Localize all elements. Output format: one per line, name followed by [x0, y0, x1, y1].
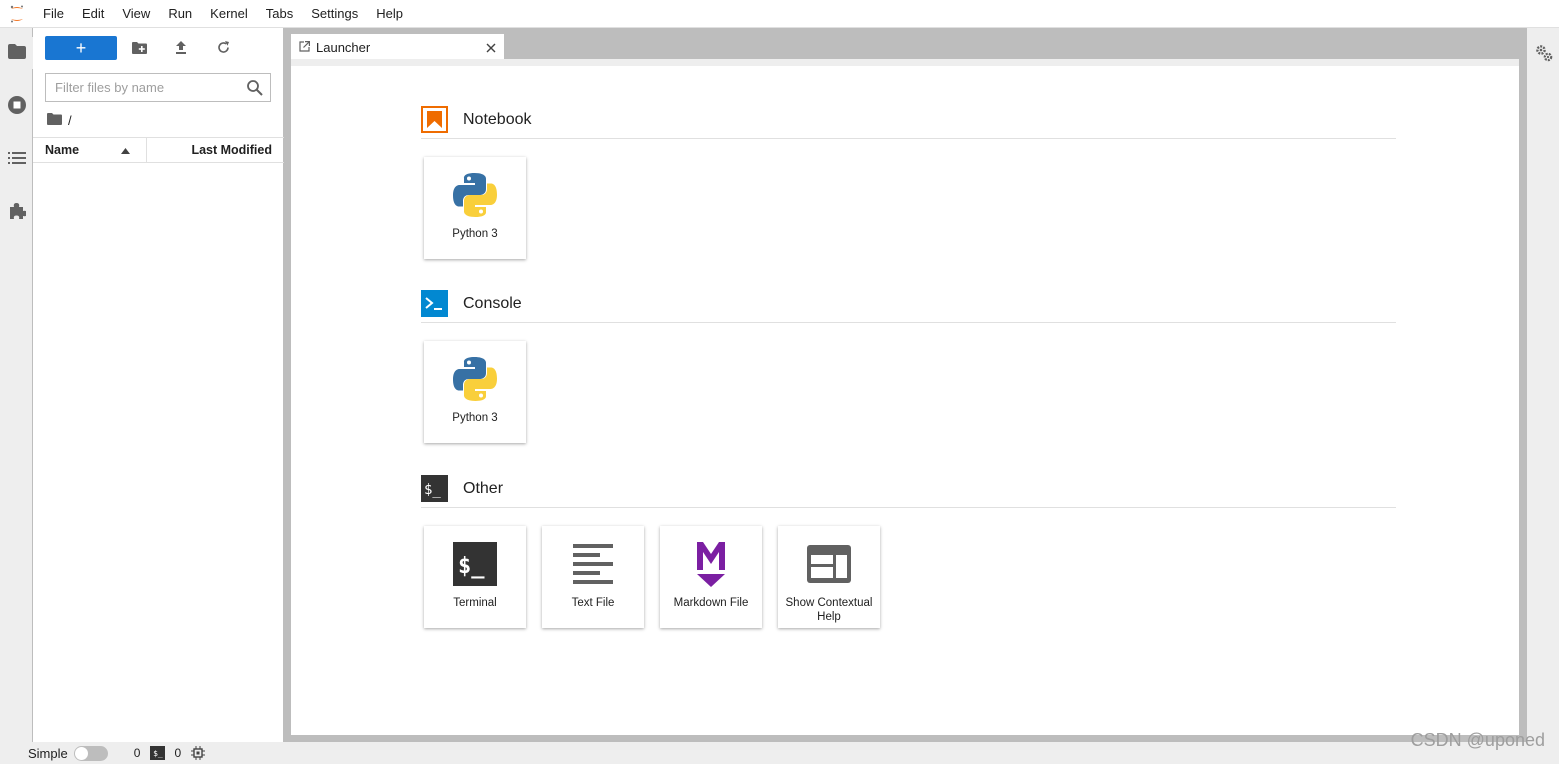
new-folder-button[interactable]: [125, 38, 153, 60]
svg-text:$_: $_: [424, 482, 441, 498]
card-label: Terminal: [453, 597, 497, 609]
sort-ascending-icon: [121, 143, 130, 157]
watermark: CSDN @uponed: [1410, 730, 1545, 750]
left-activity-bar: [0, 28, 33, 742]
last-modified-column-label: Last Modified: [191, 143, 272, 157]
extension-manager-tab[interactable]: [0, 196, 33, 228]
list-icon: [7, 151, 26, 168]
notebook-icon: [421, 106, 448, 133]
table-of-contents-tab[interactable]: [0, 143, 33, 175]
menu-file[interactable]: File: [34, 0, 73, 28]
menu-edit[interactable]: Edit: [73, 0, 113, 28]
file-browser-tab[interactable]: [0, 37, 33, 69]
menu-run[interactable]: Run: [159, 0, 201, 28]
svg-text:$_: $_: [458, 554, 485, 579]
terminal-status-icon: $_: [150, 746, 166, 760]
menubar: File Edit View Run Kernel Tabs Settings …: [0, 0, 1559, 28]
simple-mode-toggle[interactable]: [73, 745, 108, 761]
name-column-label: Name: [45, 143, 80, 157]
property-inspector-tab[interactable]: [1527, 38, 1559, 70]
menu-kernel[interactable]: Kernel: [201, 0, 257, 28]
terminal-icon: $_: [449, 538, 501, 590]
launcher-panel: Notebook Python 3 Console Python 3 $_ Ot…: [291, 59, 1519, 735]
puzzle-icon: [8, 202, 27, 223]
new-launcher-button[interactable]: +: [45, 36, 117, 60]
new-folder-icon: [131, 41, 147, 57]
file-filter: [45, 73, 271, 102]
contextual-help-icon: [803, 538, 855, 590]
console-section-title: Console: [463, 294, 522, 312]
launcher-card-terminal[interactable]: $_ Terminal: [424, 526, 526, 628]
last-modified-column-header[interactable]: Last Modified: [147, 138, 284, 162]
file-browser-panel: + / Name: [33, 28, 284, 742]
terminal-section-icon: $_: [421, 475, 448, 502]
right-sidebar: [1526, 28, 1559, 742]
console-section-header: Console: [421, 285, 1396, 323]
simple-mode-label: Simple: [28, 745, 68, 761]
card-label: Text File: [571, 597, 615, 609]
launcher-card-text-file[interactable]: Text File: [542, 526, 644, 628]
running-sessions-tab[interactable]: [0, 90, 33, 122]
card-label: Python 3: [452, 228, 498, 240]
tab-launcher-label: Launcher: [316, 40, 371, 55]
text-file-icon: [567, 538, 619, 590]
main-dock-area: Launcher Notebook Python 3 Console Pytho…: [284, 28, 1526, 742]
search-icon: [246, 79, 264, 97]
menu-tabs[interactable]: Tabs: [257, 0, 302, 28]
python-logo-icon: [449, 353, 501, 405]
tab-launcher[interactable]: Launcher: [291, 34, 504, 59]
tab-bar: Launcher: [284, 28, 1526, 59]
notebook-section-title: Notebook: [463, 110, 532, 128]
launcher-card-python3-console[interactable]: Python 3: [424, 341, 526, 443]
launcher-card-markdown-file[interactable]: Markdown File: [660, 526, 762, 628]
card-label: Show Contextual Help: [785, 597, 873, 623]
menu-settings[interactable]: Settings: [302, 0, 367, 28]
card-label: Python 3: [452, 412, 498, 424]
name-column-header[interactable]: Name: [33, 138, 147, 162]
close-tab-icon[interactable]: [478, 36, 504, 60]
stop-circle-icon: [7, 95, 27, 118]
breadcrumb: /: [47, 111, 72, 129]
upload-button[interactable]: [167, 38, 195, 60]
jupyter-logo-icon: [0, 0, 34, 28]
menu-view[interactable]: View: [113, 0, 159, 28]
refresh-icon: [217, 41, 230, 57]
status-bar: Simple 0 $_ 0: [0, 742, 1559, 764]
notebook-section-header: Notebook: [421, 101, 1396, 139]
kernel-chip-icon: [191, 746, 206, 760]
launcher-card-python3-notebook[interactable]: Python 3: [424, 157, 526, 259]
console-icon: [421, 290, 448, 317]
menu-help[interactable]: Help: [367, 0, 412, 28]
upload-icon: [175, 41, 187, 57]
file-list-header: Name Last Modified: [33, 137, 284, 163]
refresh-button[interactable]: [209, 38, 237, 60]
kernels-count[interactable]: 0: [174, 746, 181, 760]
toggle-knob: [74, 746, 88, 760]
launcher-card-contextual-help[interactable]: Show Contextual Help: [778, 526, 880, 628]
filter-files-input[interactable]: [46, 74, 242, 101]
python-logo-icon: [449, 169, 501, 221]
folder-icon: [7, 44, 26, 62]
gears-icon: [1535, 44, 1553, 65]
other-section-header: $_ Other: [421, 470, 1396, 508]
home-folder-icon[interactable]: [47, 112, 62, 128]
file-browser-toolbar: +: [33, 36, 284, 62]
breadcrumb-path[interactable]: /: [68, 113, 72, 128]
terminals-count[interactable]: 0: [134, 746, 141, 760]
launch-icon: [299, 40, 310, 55]
other-section-title: Other: [463, 479, 504, 497]
card-label: Markdown File: [673, 597, 749, 609]
markdown-icon: [685, 538, 737, 590]
